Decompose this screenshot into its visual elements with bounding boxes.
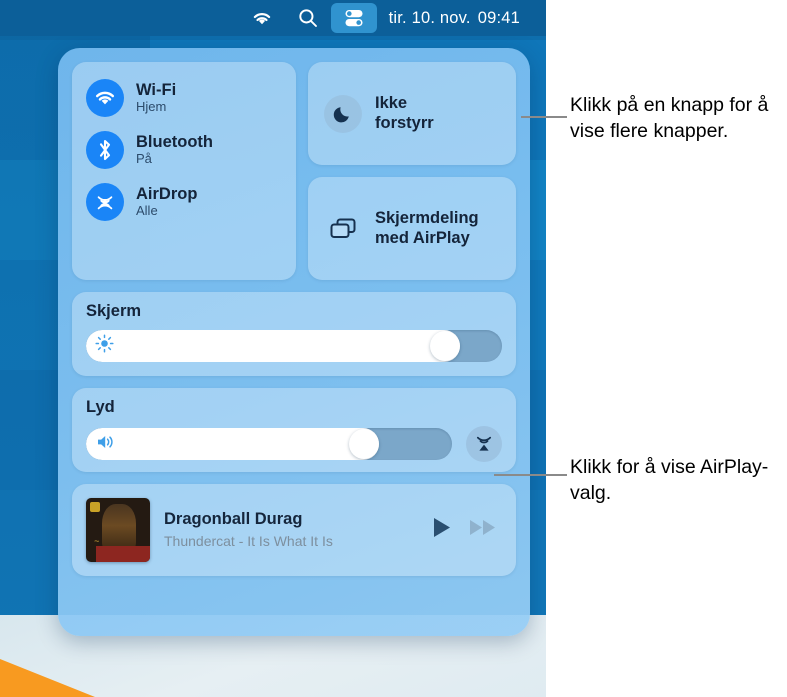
airdrop-icon[interactable] [86, 183, 124, 221]
playback-controls [431, 516, 498, 544]
do-not-disturb-label: Ikke forstyrr [375, 94, 434, 133]
screen-mirroring-icon [324, 210, 362, 248]
menu-bar: tir. 10. nov. 09:41 [0, 0, 546, 36]
screen-mirroring-label: Skjermdeling med AirPlay [375, 209, 479, 248]
wifi-text: Wi-Fi Hjem [136, 81, 176, 115]
dnd-label-line2: forstyrr [375, 113, 434, 132]
sound-slider-row [86, 426, 502, 462]
display-slider[interactable] [86, 330, 502, 362]
album-artwork: ~ [86, 498, 150, 562]
sound-slider-knob[interactable] [348, 429, 379, 459]
menu-bar-date: tir. 10. nov. [388, 8, 471, 27]
sound-slider[interactable] [86, 428, 452, 460]
callout-buttons: Klikk på en knapp for å vise flere knapp… [570, 94, 769, 142]
bluetooth-text: Bluetooth På [136, 133, 213, 167]
bluetooth-icon[interactable] [86, 131, 124, 169]
control-center-panel: Wi-Fi Hjem Bluetooth På AirDrop Alle Ikk… [58, 48, 530, 636]
callout-leader-line [494, 474, 567, 476]
display-slider-fill [86, 330, 461, 362]
bluetooth-row[interactable]: Bluetooth På [86, 131, 296, 169]
brightness-icon [95, 334, 114, 358]
airplay-icon[interactable] [466, 426, 502, 462]
bluetooth-status: På [136, 151, 152, 167]
now-playing-text: Dragonball Durag Thundercat - It Is What… [164, 510, 417, 550]
desktop-background: tir. 10. nov. 09:41 Wi-Fi Hjem Bluetooth… [0, 0, 546, 697]
callout-airplay: Klikk for å vise AirPlay-valg. [570, 456, 769, 504]
control-center-right-column: Ikke forstyrr Skjermdeling med AirPlay [308, 62, 516, 280]
track-title: Dragonball Durag [164, 510, 303, 529]
display-tile: Skjerm [72, 292, 516, 376]
do-not-disturb-tile[interactable]: Ikke forstyrr [308, 62, 516, 165]
track-subtitle: Thundercat - It Is What It Is [164, 533, 333, 549]
wifi-status: Hjem [136, 99, 167, 115]
display-slider-row [86, 330, 502, 362]
callout-leader-line [521, 116, 567, 118]
speaker-icon [95, 433, 117, 456]
control-center-icon[interactable] [330, 3, 377, 33]
airdrop-title: AirDrop [136, 184, 198, 203]
wifi-icon[interactable] [239, 3, 285, 33]
mirroring-label-line1: Skjermdeling [375, 209, 479, 228]
menu-bar-time: 09:41 [477, 8, 520, 27]
airdrop-status: Alle [136, 203, 158, 219]
fast-forward-icon[interactable] [468, 517, 498, 543]
dnd-label-line1: Ikke [375, 94, 408, 113]
wifi-icon[interactable] [86, 79, 124, 117]
mirroring-label-line2: med AirPlay [375, 228, 470, 247]
menu-bar-clock[interactable]: tir. 10. nov. 09:41 [377, 9, 520, 28]
display-label: Skjerm [86, 302, 142, 320]
bluetooth-title: Bluetooth [136, 132, 213, 151]
sound-tile: Lyd [72, 388, 516, 472]
airdrop-row[interactable]: AirDrop Alle [86, 183, 296, 221]
sound-label: Lyd [86, 398, 115, 416]
connectivity-tile: Wi-Fi Hjem Bluetooth På AirDrop Alle [72, 62, 296, 280]
wifi-title: Wi-Fi [136, 80, 177, 99]
sound-slider-fill [86, 428, 379, 460]
airdrop-text: AirDrop Alle [136, 185, 197, 219]
control-center-top-row: Wi-Fi Hjem Bluetooth På AirDrop Alle Ikk… [72, 62, 516, 280]
play-icon[interactable] [431, 516, 452, 544]
wifi-row[interactable]: Wi-Fi Hjem [86, 79, 296, 117]
search-icon[interactable] [285, 3, 331, 33]
now-playing-tile: ~ Dragonball Durag Thundercat - It Is Wh… [72, 484, 516, 576]
screen-mirroring-tile[interactable]: Skjermdeling med AirPlay [308, 177, 516, 280]
moon-icon [324, 94, 362, 133]
